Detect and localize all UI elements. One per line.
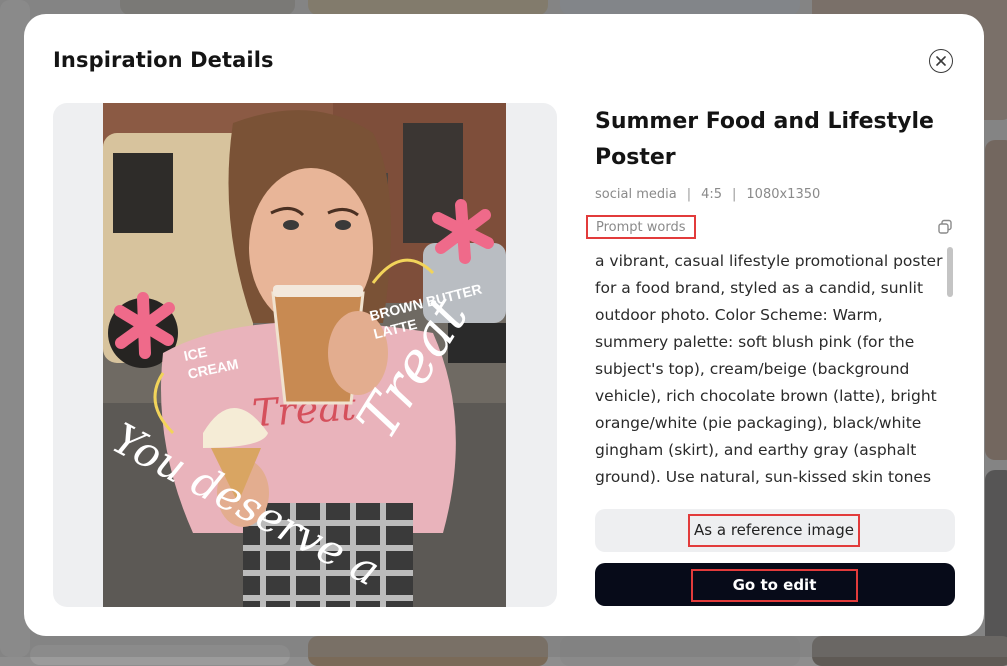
copy-icon: [938, 219, 952, 234]
prompt-text: a vibrant, casual lifestyle promotional …: [595, 252, 943, 486]
meta-size: 1080x1350: [746, 187, 821, 202]
inspiration-meta: social media | 4:5 | 1080x1350: [595, 187, 820, 202]
poster-image: Treat ICE CREAM BROWN BUTTER LATTE Treat…: [103, 103, 506, 607]
close-icon: [936, 56, 946, 66]
go-to-edit-label: Go to edit: [691, 569, 858, 602]
prompt-scrollbar[interactable]: [947, 247, 953, 297]
reference-image-label: As a reference image: [688, 514, 860, 547]
reference-image-button[interactable]: As a reference image: [595, 509, 955, 552]
go-to-edit-button[interactable]: Go to edit: [595, 563, 955, 606]
meta-ratio: 4:5: [701, 187, 723, 202]
inspiration-details-modal: Inspiration Details Treat ICE CREAM BROW…: [24, 14, 984, 636]
meta-separator: |: [686, 187, 692, 202]
inspiration-title: Summer Food and Lifestyle Poster: [595, 109, 934, 170]
copy-prompt-button[interactable]: [937, 219, 953, 235]
prompt-words-label: Prompt words: [586, 215, 696, 239]
modal-title: Inspiration Details: [53, 48, 274, 72]
image-preview-panel: Treat ICE CREAM BROWN BUTTER LATTE Treat…: [53, 103, 557, 607]
meta-separator: |: [732, 187, 737, 202]
close-button[interactable]: [929, 49, 953, 73]
meta-category: social media: [595, 187, 677, 202]
